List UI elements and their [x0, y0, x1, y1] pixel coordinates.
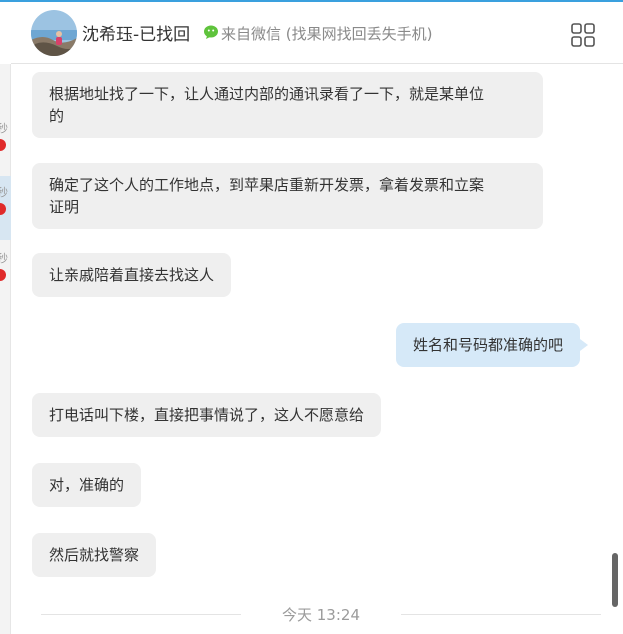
conversation-list-edge: 秒 秒 秒	[0, 64, 11, 634]
outgoing-message[interactable]: 姓名和号码都准确的吧	[396, 323, 589, 367]
message-list: 根据地址找了一下，让人通过内部的通讯录看了一下，就是某单位 的 确定了这个人的工…	[11, 64, 611, 634]
incoming-message[interactable]: 对，准确的	[32, 463, 142, 507]
conversation-item[interactable]: 秒	[0, 120, 11, 160]
unread-dot	[0, 139, 6, 151]
message-source-label: 来自微信 (找果网找回丢失手机)	[221, 25, 433, 43]
unread-dot	[0, 203, 6, 215]
conversation-item[interactable]: 秒	[0, 250, 11, 290]
chat-scrollbar[interactable]	[612, 553, 618, 607]
conversation-item[interactable]: 秒	[0, 184, 11, 224]
incoming-message[interactable]: 打电话叫下楼，直接把事情说了，这人不愿意给	[32, 393, 382, 437]
contact-name: 沈希珏-已找回	[82, 25, 191, 45]
time-separator: 今天 13:24	[31, 602, 601, 626]
time-separator-label: 今天 13:24	[282, 606, 360, 624]
unread-dot	[0, 269, 6, 281]
incoming-message[interactable]: 然后就找警察	[32, 533, 157, 577]
time-suffix: 秒	[0, 186, 8, 199]
wechat-icon	[204, 25, 218, 39]
time-suffix: 秒	[0, 122, 8, 135]
time-suffix: 秒	[0, 252, 8, 265]
chat-header: 沈希珏-已找回 来自微信 (找果网找回丢失手机)	[11, 2, 623, 64]
incoming-message[interactable]: 让亲戚陪着直接去找这人	[32, 253, 232, 297]
avatar-photo[interactable]	[31, 10, 77, 56]
grid-menu-icon[interactable]	[570, 22, 596, 48]
incoming-message[interactable]: 确定了这个人的工作地点，到苹果店重新开发票，拿着发票和立案 证明	[32, 163, 543, 229]
incoming-message[interactable]: 根据地址找了一下，让人通过内部的通讯录看了一下，就是某单位 的	[32, 72, 543, 138]
